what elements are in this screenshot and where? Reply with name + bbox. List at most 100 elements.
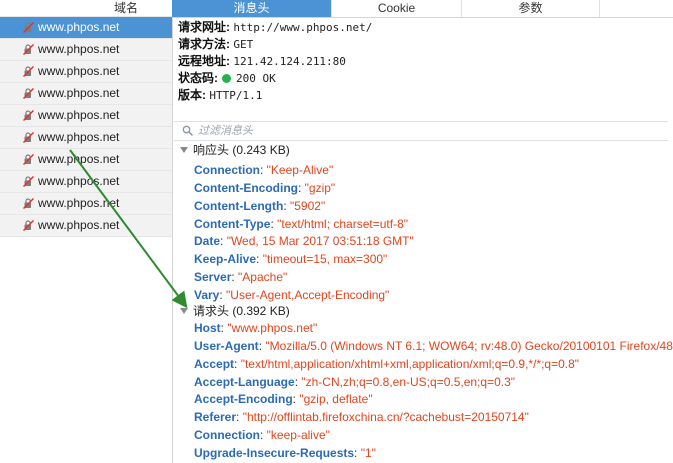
header-row[interactable]: User-Agent: "Mozilla/5.0 (Windows NT 6.1… — [194, 338, 673, 356]
header-row[interactable]: Accept-Language: "zh-CN,zh;q=0.8,en-US;q… — [194, 374, 672, 392]
header-row[interactable]: Accept: "text/html,application/xhtml+xml… — [194, 356, 672, 374]
header-value: "Keep-Alive" — [266, 163, 334, 177]
request-row[interactable]: www.phpos.net — [0, 61, 172, 83]
header-value: "http://offlintab.firefoxchina.cn/?cache… — [242, 410, 529, 425]
header-name: Upgrade-Insecure-Requests — [194, 445, 355, 460]
summary-key: 状态码: — [178, 71, 218, 85]
header-value: "5902" — [289, 198, 326, 213]
header-name: Content-Length — [194, 198, 284, 213]
summary-value: 200 OK — [236, 72, 276, 85]
header-separator: : — [220, 234, 227, 249]
request-domain-label: www.phpos.net — [38, 108, 120, 122]
header-value: "User-Agent,Accept-Encoding" — [226, 287, 390, 302]
expand-triangle-icon — [180, 147, 188, 153]
tab-headers[interactable]: 消息头 — [172, 0, 332, 17]
request-row[interactable]: www.phpos.net — [0, 105, 172, 127]
tab-params[interactable]: 参数 — [462, 0, 600, 17]
header-row[interactable]: Upgrade-Insecure-Requests: "1" — [194, 445, 672, 463]
request-row[interactable]: www.phpos.net — [0, 83, 172, 105]
status-ok-icon — [222, 74, 231, 83]
broken-lock-icon — [23, 44, 34, 55]
request-row[interactable]: www.phpos.net — [0, 39, 172, 61]
detail-tabs: 消息头 Cookie 参数 — [172, 0, 673, 18]
request-headers-title: 请求头 (0.392 KB) — [193, 304, 290, 318]
request-headers-list: Host: "www.phpos.net" User-Agent: "Mozill… — [194, 320, 673, 463]
broken-lock-icon — [23, 220, 34, 231]
header-row[interactable]: Host: "www.phpos.net" — [194, 320, 672, 338]
header-separator: : — [260, 163, 267, 177]
broken-lock-icon — [23, 110, 34, 121]
request-domain-label: www.phpos.net — [38, 64, 120, 78]
header-value: "gzip, deflate" — [299, 392, 373, 407]
request-row[interactable]: www.phpos.net — [0, 193, 172, 215]
header-row[interactable]: Content-Length: "5902" — [194, 198, 672, 216]
header-separator: : — [260, 428, 267, 443]
header-value: "text/html,application/xhtml+xml,applica… — [240, 356, 580, 371]
request-row[interactable]: www.phpos.net — [0, 215, 172, 237]
summary-status-code: 状态码: 200 OK — [178, 70, 668, 87]
header-name: Referer — [194, 410, 237, 425]
response-headers-list: Connection: "Keep-Alive" Content-Encoding… — [194, 162, 672, 305]
request-row[interactable]: www.phpos.net — [0, 127, 172, 149]
header-value: "1" — [360, 445, 376, 460]
header-row[interactable]: Date: "Wed, 15 Mar 2017 03:51:18 GMT" — [194, 233, 672, 251]
header-separator: : — [297, 180, 305, 195]
request-row[interactable]: www.phpos.net — [0, 149, 172, 171]
header-name: Host — [194, 321, 221, 335]
header-value: "zh-CN,zh;q=0.8,en-US;q=0.5,en;q=0.3" — [301, 374, 516, 389]
header-name: Content-Encoding — [194, 180, 298, 195]
request-domain-label: www.phpos.net — [38, 130, 120, 144]
header-name: Connection — [194, 428, 260, 443]
header-value: "keep-alive" — [266, 428, 330, 443]
summary-key: 请求网址: — [178, 20, 230, 34]
header-value: "Wed, 15 Mar 2017 03:51:18 GMT" — [226, 234, 414, 249]
header-name: Vary — [194, 287, 220, 302]
request-summary: 请求网址: http://www.phpos.net/ 请求方法: GET 远程… — [178, 19, 668, 104]
broken-lock-icon — [23, 132, 34, 143]
summary-value: http://www.phpos.net/ — [233, 21, 373, 34]
request-domain-label: www.phpos.net — [38, 86, 120, 100]
header-row[interactable]: Content-Type: "text/html; charset=utf-8" — [194, 216, 672, 234]
header-separator: : — [354, 445, 361, 460]
header-name: Connection — [194, 163, 260, 177]
summary-request-url: 请求网址: http://www.phpos.net/ — [178, 19, 668, 36]
tab-cookie[interactable]: Cookie — [332, 0, 462, 17]
header-row[interactable]: Connection: "Keep-Alive" — [194, 162, 672, 180]
request-domain-label: www.phpos.net — [38, 20, 120, 34]
header-row[interactable]: Connection: "keep-alive" — [194, 427, 672, 445]
header-row[interactable]: Content-Encoding: "gzip" — [194, 180, 672, 198]
search-icon — [182, 125, 193, 136]
broken-lock-icon — [23, 22, 34, 33]
header-name: Keep-Alive — [194, 252, 257, 267]
request-headers-section-toggle[interactable]: 请求头 (0.392 KB) — [176, 302, 668, 320]
request-domain-label: www.phpos.net — [38, 218, 120, 232]
request-domain-label: www.phpos.net — [38, 196, 120, 210]
broken-lock-icon — [23, 198, 34, 209]
header-value: "www.phpos.net" — [227, 321, 318, 335]
summary-value: HTTP/1.1 — [209, 89, 263, 102]
request-domain-label: www.phpos.net — [38, 42, 120, 56]
expand-triangle-icon — [180, 308, 188, 314]
request-domain-label: www.phpos.net — [38, 174, 120, 188]
header-row[interactable]: Keep-Alive: "timeout=15, max=300" — [194, 251, 672, 269]
header-name: Accept-Language — [194, 374, 295, 389]
response-headers-title: 响应头 (0.243 KB) — [193, 143, 290, 157]
header-name: Accept — [194, 356, 235, 371]
request-rows: www.phpos.net www.phpos.net www.phpos.net w… — [0, 17, 172, 237]
filter-headers-input[interactable] — [198, 123, 498, 138]
broken-lock-icon — [23, 66, 34, 77]
header-separator: : — [283, 198, 290, 213]
request-domain-label: www.phpos.net — [38, 152, 120, 166]
response-headers-section-toggle[interactable]: 响应头 (0.243 KB) — [176, 141, 668, 159]
summary-version: 版本: HTTP/1.1 — [178, 87, 668, 104]
tab-more[interactable] — [600, 0, 673, 17]
header-row[interactable]: Referer: "http://offlintab.firefoxchina.… — [194, 409, 672, 427]
request-row[interactable]: www.phpos.net — [0, 171, 172, 193]
header-row[interactable]: Accept-Encoding: "gzip, deflate" — [194, 391, 672, 409]
header-name: User-Agent — [194, 338, 259, 353]
broken-lock-icon — [23, 154, 34, 165]
request-row[interactable]: www.phpos.net — [0, 17, 172, 39]
header-name: Server — [194, 270, 232, 285]
domain-column-header[interactable]: 域名 — [0, 0, 172, 17]
header-row[interactable]: Server: "Apache" — [194, 269, 672, 287]
